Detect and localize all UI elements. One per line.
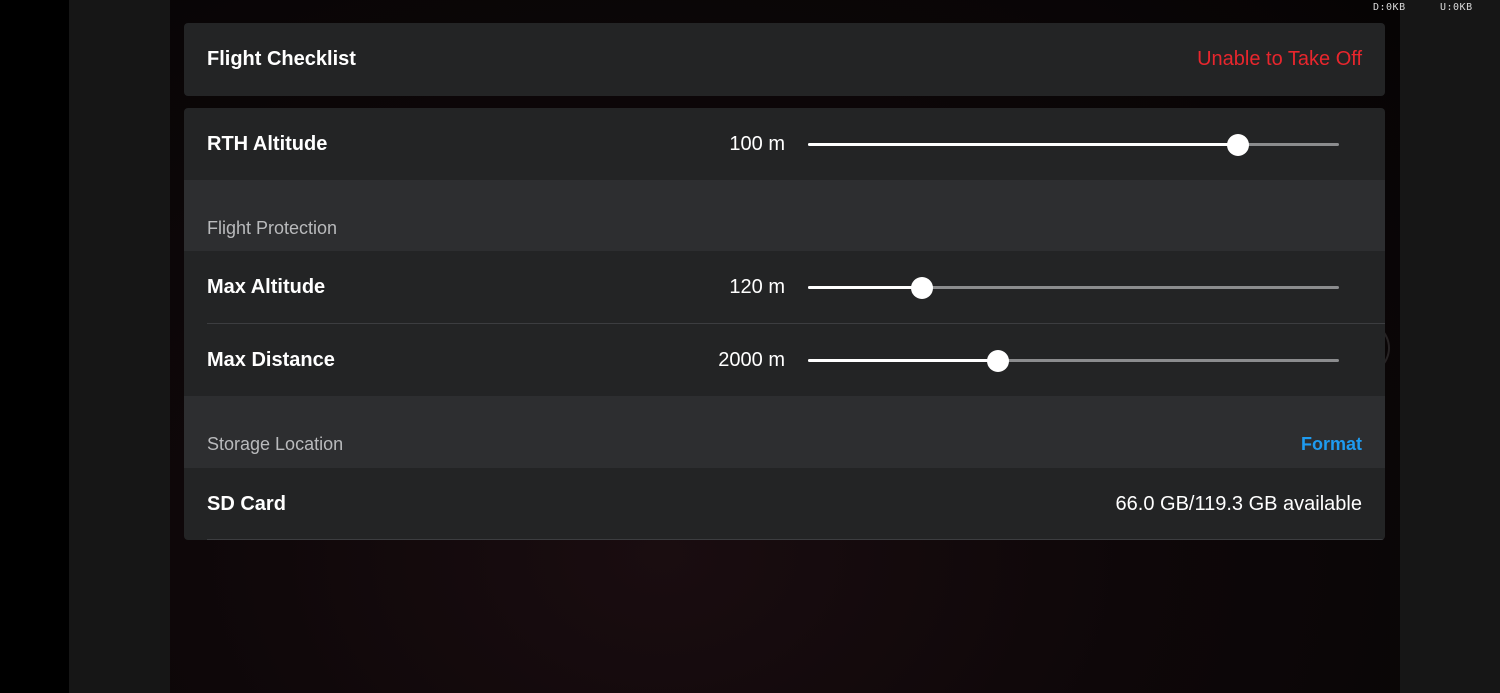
max-altitude-row: Max Altitude 120 m: [184, 251, 1385, 323]
slider-fill: [808, 286, 923, 289]
slider-fill: [808, 143, 1239, 146]
slider-fill: [808, 359, 998, 362]
rth-altitude-label: RTH Altitude: [207, 133, 328, 155]
right-panel: [1400, 0, 1500, 693]
max-distance-slider[interactable]: [808, 348, 1339, 372]
flight-protection-section: Flight Protection: [184, 180, 1385, 251]
slider-thumb[interactable]: [911, 277, 934, 299]
sd-card-label: SD Card: [207, 493, 286, 515]
format-button[interactable]: Format: [1301, 434, 1362, 455]
row-divider: [207, 539, 1385, 540]
safety-settings-card: RTH Altitude 100 m Flight Protection Max…: [184, 108, 1385, 540]
max-altitude-value: 120 m: [729, 276, 785, 298]
takeoff-status: Unable to Take Off: [1197, 48, 1362, 70]
flight-checklist-title: Flight Checklist: [207, 48, 356, 70]
max-altitude-slider[interactable]: [808, 275, 1339, 299]
max-distance-value: 2000 m: [718, 349, 785, 371]
storage-location-section: Storage Location Format: [184, 396, 1385, 468]
download-rate: D:0KB: [1373, 2, 1406, 13]
left-panel: [69, 0, 170, 693]
max-distance-label: Max Distance: [207, 349, 335, 371]
sd-card-capacity: 66.0 GB/119.3 GB available: [1115, 493, 1362, 515]
rth-altitude-slider[interactable]: [808, 132, 1339, 156]
slider-thumb[interactable]: [1227, 134, 1250, 156]
app-screen: D:0KB U:0KB 1× Flight Checklist Unable t…: [0, 0, 1500, 693]
flight-protection-header: Flight Protection: [207, 218, 338, 238]
max-distance-row: Max Distance 2000 m: [184, 324, 1385, 396]
rth-altitude-row: RTH Altitude 100 m: [184, 108, 1385, 180]
slider-thumb[interactable]: [986, 350, 1009, 372]
max-altitude-label: Max Altitude: [207, 276, 326, 298]
rth-altitude-value: 100 m: [729, 133, 785, 155]
upload-rate: U:0KB: [1440, 2, 1473, 13]
sd-card-row: SD Card 66.0 GB/119.3 GB available: [184, 468, 1385, 540]
storage-location-header: Storage Location: [207, 434, 344, 454]
flight-checklist-card[interactable]: Flight Checklist Unable to Take Off: [184, 23, 1385, 96]
